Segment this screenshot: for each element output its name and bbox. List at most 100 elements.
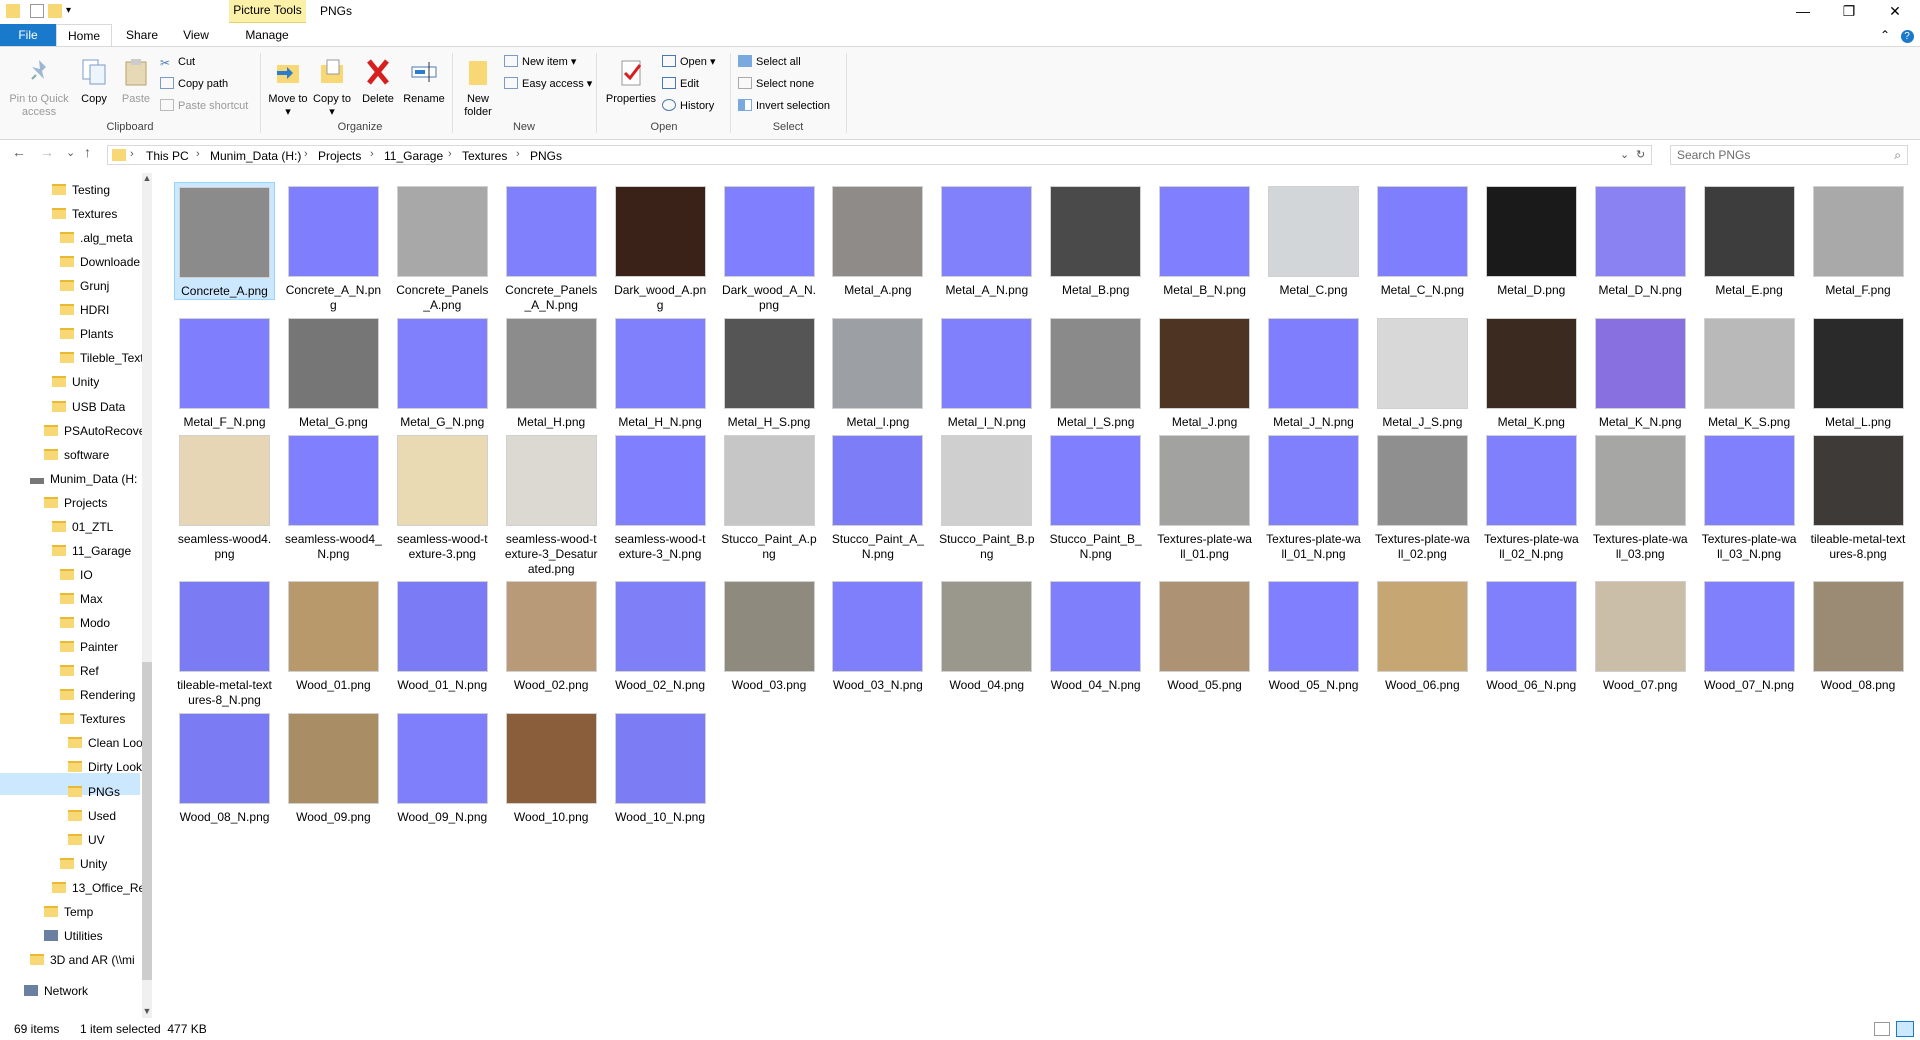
file-item[interactable]: Stucco_Paint_A.png xyxy=(719,431,820,562)
file-item[interactable]: Stucco_Paint_A_N.png xyxy=(827,431,928,562)
back-arrow-icon[interactable]: ← xyxy=(12,144,26,160)
file-item[interactable]: Metal_J_N.png xyxy=(1263,314,1364,430)
file-item[interactable]: seamless-wood-texture-3_N.png xyxy=(610,431,711,562)
file-item[interactable]: Textures-plate-wall_03_N.png xyxy=(1699,431,1800,562)
nav-item[interactable]: Munim_Data (H: xyxy=(30,468,137,490)
large-icons-view-icon[interactable] xyxy=(1896,1021,1914,1037)
file-item[interactable]: Wood_10.png xyxy=(501,709,602,825)
file-item[interactable]: Metal_B.png xyxy=(1045,182,1146,298)
properties-quick-icon[interactable] xyxy=(30,4,44,18)
forward-arrow-icon[interactable]: → xyxy=(40,144,54,160)
file-item[interactable]: seamless-wood-texture-3.png xyxy=(392,431,493,562)
file-item[interactable]: Metal_K.png xyxy=(1481,314,1582,430)
nav-item[interactable]: Used xyxy=(68,805,116,827)
nav-item[interactable]: Textures xyxy=(52,203,117,225)
nav-item[interactable]: 11_Garage xyxy=(52,540,131,562)
nav-item[interactable]: 13_Office_Re xyxy=(52,877,142,899)
file-item[interactable]: Metal_E.png xyxy=(1699,182,1800,298)
file-item[interactable]: Wood_07.png xyxy=(1590,577,1691,693)
file-item[interactable]: Metal_H_N.png xyxy=(610,314,711,430)
history-button[interactable]: History xyxy=(662,97,714,115)
file-item[interactable]: Textures-plate-wall_01_N.png xyxy=(1263,431,1364,562)
crumb-drive[interactable]: Munim_Data (H:) xyxy=(210,149,301,163)
up-arrow-icon[interactable]: ↑ xyxy=(84,144,91,160)
file-item[interactable]: seamless-wood-texture-3_Desaturated.png xyxy=(501,431,602,577)
file-item[interactable]: Wood_03.png xyxy=(719,577,820,693)
nav-item[interactable]: Tileble_Text xyxy=(60,347,142,369)
nav-item[interactable]: Dirty Look xyxy=(68,756,142,778)
file-item[interactable]: Metal_K_N.png xyxy=(1590,314,1691,430)
file-item[interactable]: Concrete_Panels_A_N.png xyxy=(501,182,602,313)
file-item[interactable]: Metal_L.png xyxy=(1808,314,1909,430)
nav-item[interactable]: Clean Loo xyxy=(68,732,142,754)
file-item[interactable]: Textures-plate-wall_01.png xyxy=(1154,431,1255,562)
file-item[interactable]: Textures-plate-wall_03.png xyxy=(1590,431,1691,562)
file-item[interactable]: Metal_H.png xyxy=(501,314,602,430)
file-item[interactable]: Metal_K_S.png xyxy=(1699,314,1800,430)
file-item[interactable]: Metal_J_S.png xyxy=(1372,314,1473,430)
nav-item[interactable]: Downloade xyxy=(60,251,140,273)
nav-item[interactable]: Rendering xyxy=(60,684,135,706)
recent-locations-icon[interactable]: ⌄ xyxy=(66,146,75,159)
tab-manage[interactable]: Manage xyxy=(234,24,300,46)
nav-item[interactable]: Utilities xyxy=(44,925,103,947)
collapse-ribbon-icon[interactable]: ⌃ xyxy=(1876,24,1894,46)
file-item[interactable]: Metal_D_N.png xyxy=(1590,182,1691,298)
select-none-button[interactable]: Select none xyxy=(738,75,814,93)
nav-item[interactable]: 3D and AR (\\mi xyxy=(30,949,135,971)
file-item[interactable]: Textures-plate-wall_02.png xyxy=(1372,431,1473,562)
scroll-down-icon[interactable]: ▼ xyxy=(142,1006,152,1016)
rename-button[interactable]: Rename xyxy=(402,57,446,106)
edit-button[interactable]: Edit xyxy=(662,75,699,93)
crumb-projects[interactable]: Projects xyxy=(318,149,361,163)
paste-button[interactable]: Paste xyxy=(118,57,154,106)
copy-to-button[interactable]: Copy to ▾ xyxy=(312,57,352,119)
file-item[interactable]: Wood_04.png xyxy=(936,577,1037,693)
tab-home[interactable]: Home xyxy=(56,24,112,46)
details-view-icon[interactable] xyxy=(1874,1022,1890,1036)
file-item[interactable]: Metal_J.png xyxy=(1154,314,1255,430)
nav-item[interactable]: UV xyxy=(68,829,105,851)
crumb-11-garage[interactable]: 11_Garage xyxy=(384,149,443,163)
file-item[interactable]: Concrete_Panels_A.png xyxy=(392,182,493,313)
maximize-button[interactable]: ❐ xyxy=(1826,0,1872,24)
nav-scrollbar-thumb[interactable] xyxy=(142,662,152,980)
address-dropdown-icon[interactable]: ⌄ xyxy=(1620,148,1629,161)
file-item[interactable]: Wood_09_N.png xyxy=(392,709,493,825)
move-to-button[interactable]: Move to ▾ xyxy=(268,57,308,119)
minimize-button[interactable]: — xyxy=(1780,0,1826,24)
new-folder-button[interactable]: New folder xyxy=(458,57,498,119)
nav-item[interactable]: USB Data xyxy=(52,396,125,418)
nav-item[interactable]: 01_ZTL xyxy=(52,516,113,538)
refresh-icon[interactable]: ↻ xyxy=(1636,148,1645,161)
file-item[interactable]: Wood_02_N.png xyxy=(610,577,711,693)
file-item[interactable]: Wood_05.png xyxy=(1154,577,1255,693)
file-item[interactable]: Metal_H_S.png xyxy=(719,314,820,430)
file-item[interactable]: Wood_08_N.png xyxy=(174,709,275,825)
select-all-button[interactable]: Select all xyxy=(738,53,801,71)
properties-button[interactable]: Properties xyxy=(604,57,658,106)
file-item[interactable]: Dark_wood_A_N.png xyxy=(719,182,820,313)
file-item[interactable]: tileable-metal-textures-8_N.png xyxy=(174,577,275,708)
file-item[interactable]: Metal_A.png xyxy=(827,182,928,298)
nav-item[interactable]: IO xyxy=(60,564,93,586)
nav-item[interactable]: Temp xyxy=(44,901,93,923)
nav-item[interactable]: software xyxy=(44,444,109,466)
file-item[interactable]: Concrete_A.png xyxy=(174,182,275,300)
crumb-textures[interactable]: Textures xyxy=(462,149,507,163)
nav-item[interactable]: Max xyxy=(60,588,103,610)
invert-selection-button[interactable]: Invert selection xyxy=(738,97,830,115)
nav-item[interactable]: Ref xyxy=(60,660,99,682)
nav-item[interactable]: PNGs xyxy=(68,781,120,803)
file-item[interactable]: Wood_01.png xyxy=(283,577,384,693)
nav-item[interactable]: Modo xyxy=(60,612,110,634)
file-item[interactable]: Metal_B_N.png xyxy=(1154,182,1255,298)
file-item[interactable]: Textures-plate-wall_02_N.png xyxy=(1481,431,1582,562)
file-item[interactable]: Wood_07_N.png xyxy=(1699,577,1800,693)
file-item[interactable]: Metal_C.png xyxy=(1263,182,1364,298)
nav-item[interactable]: Network xyxy=(24,980,88,1002)
customize-quick-access-icon[interactable]: ▾ xyxy=(66,4,80,18)
address-box[interactable]: › This PC › Munim_Data (H:) › Projects ›… xyxy=(107,145,1652,165)
nav-item[interactable]: HDRI xyxy=(60,299,109,321)
file-item[interactable]: Wood_01_N.png xyxy=(392,577,493,693)
